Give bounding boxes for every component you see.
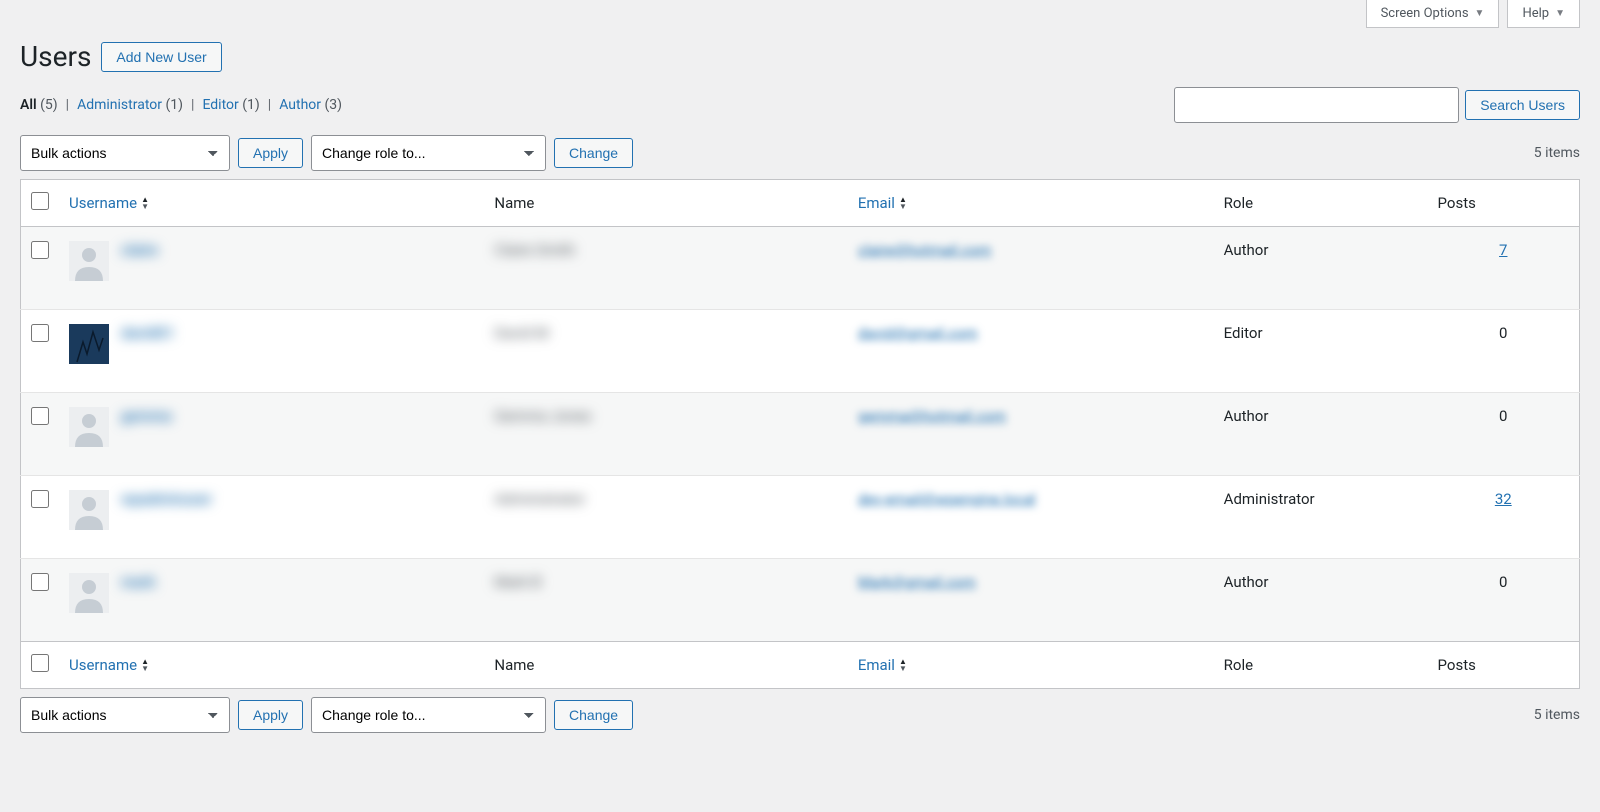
posts-count: 0: [1499, 324, 1507, 342]
username-link[interactable]: mark: [121, 573, 155, 591]
apply-bulk-button-bottom[interactable]: Apply: [238, 700, 303, 730]
table-row: gemma Gemma Jones gemma@hotmail.com Author 0: [21, 393, 1580, 476]
avatar: [69, 324, 109, 364]
bulk-actions-select[interactable]: Bulk actions: [20, 135, 230, 171]
sort-username[interactable]: Username▲▼: [69, 194, 149, 212]
posts-link[interactable]: 7: [1499, 241, 1507, 259]
user-name: Administrator: [494, 490, 585, 508]
select-all-checkbox-bottom[interactable]: [31, 654, 49, 672]
sort-username-bottom[interactable]: Username▲▼: [69, 656, 149, 674]
user-name: Gemma Jones: [494, 407, 591, 425]
user-role: Author: [1214, 393, 1428, 476]
users-table: Username▲▼ Name Email▲▼ Role Posts clair…: [20, 179, 1580, 689]
posts-count: 0: [1499, 407, 1507, 425]
col-role: Role: [1214, 180, 1428, 227]
user-role: Author: [1214, 227, 1428, 310]
user-name: Claire Smith: [494, 241, 575, 259]
avatar: [69, 490, 109, 530]
col-posts: Posts: [1428, 180, 1580, 227]
apply-bulk-button[interactable]: Apply: [238, 138, 303, 168]
user-role: Editor: [1214, 310, 1428, 393]
row-checkbox[interactable]: [31, 241, 49, 259]
email-link[interactable]: claire@hotmail.com: [858, 241, 992, 259]
filter-author[interactable]: Author: [279, 97, 321, 113]
col-name-bottom: Name: [484, 642, 847, 689]
sort-icon: ▲▼: [899, 658, 907, 672]
change-role-button-bottom[interactable]: Change: [554, 700, 633, 730]
screen-options-label: Screen Options: [1381, 6, 1469, 21]
sort-icon: ▲▼: [141, 196, 149, 210]
user-role: Author: [1214, 559, 1428, 642]
sort-email-bottom[interactable]: Email▲▼: [858, 656, 907, 674]
username-link[interactable]: wpadminuser: [121, 490, 212, 508]
page-title: Users: [20, 40, 91, 73]
items-count: 5 items: [1534, 145, 1580, 161]
chevron-down-icon: ▼: [1555, 8, 1565, 19]
filter-editor[interactable]: Editor: [202, 97, 238, 113]
change-role-button[interactable]: Change: [554, 138, 633, 168]
email-link[interactable]: Mark@gmail.com: [858, 573, 976, 591]
col-name: Name: [484, 180, 847, 227]
user-role: Administrator: [1214, 476, 1428, 559]
search-users-input[interactable]: [1174, 87, 1459, 123]
sort-email[interactable]: Email▲▼: [858, 194, 907, 212]
help-label: Help: [1522, 6, 1549, 21]
table-row: david01 David M david@gmail.com Editor 0: [21, 310, 1580, 393]
sort-icon: ▲▼: [141, 658, 149, 672]
row-checkbox[interactable]: [31, 324, 49, 342]
select-all-checkbox-top[interactable]: [31, 192, 49, 210]
posts-link[interactable]: 32: [1495, 490, 1512, 508]
user-name: David M: [494, 324, 548, 342]
table-row: mark Mark B Mark@gmail.com Author 0: [21, 559, 1580, 642]
email-link[interactable]: dev-email@wpengine.local: [858, 490, 1036, 508]
add-new-user-button[interactable]: Add New User: [101, 42, 221, 72]
view-filter-links: All (5) | Administrator (1) | Editor (1)…: [20, 97, 342, 113]
col-posts-bottom: Posts: [1428, 642, 1580, 689]
avatar: [69, 573, 109, 613]
help-tab[interactable]: Help ▼: [1507, 0, 1580, 28]
chevron-down-icon: ▼: [1475, 8, 1485, 19]
user-name: Mark B: [494, 573, 541, 591]
search-users-button[interactable]: Search Users: [1465, 90, 1580, 120]
change-role-select-bottom[interactable]: Change role to...: [311, 697, 546, 733]
email-link[interactable]: gemma@hotmail.com: [858, 407, 1006, 425]
filter-all[interactable]: All: [20, 97, 37, 113]
change-role-select[interactable]: Change role to...: [311, 135, 546, 171]
bulk-actions-select-bottom[interactable]: Bulk actions: [20, 697, 230, 733]
posts-count: 0: [1499, 573, 1507, 591]
filter-administrator[interactable]: Administrator: [77, 97, 162, 113]
screen-options-tab[interactable]: Screen Options ▼: [1366, 0, 1500, 28]
row-checkbox[interactable]: [31, 490, 49, 508]
row-checkbox[interactable]: [31, 573, 49, 591]
table-row: claire Claire Smith claire@hotmail.com Auth…: [21, 227, 1580, 310]
username-link[interactable]: claire: [121, 241, 158, 259]
username-link[interactable]: david01: [121, 324, 174, 342]
table-row: wpadminuser Administrator dev-email@wpengi…: [21, 476, 1580, 559]
sort-icon: ▲▼: [899, 196, 907, 210]
email-link[interactable]: david@gmail.com: [858, 324, 978, 342]
avatar: [69, 407, 109, 447]
avatar: [69, 241, 109, 281]
items-count-bottom: 5 items: [1534, 707, 1580, 723]
username-link[interactable]: gemma: [121, 407, 172, 425]
row-checkbox[interactable]: [31, 407, 49, 425]
col-role-bottom: Role: [1214, 642, 1428, 689]
